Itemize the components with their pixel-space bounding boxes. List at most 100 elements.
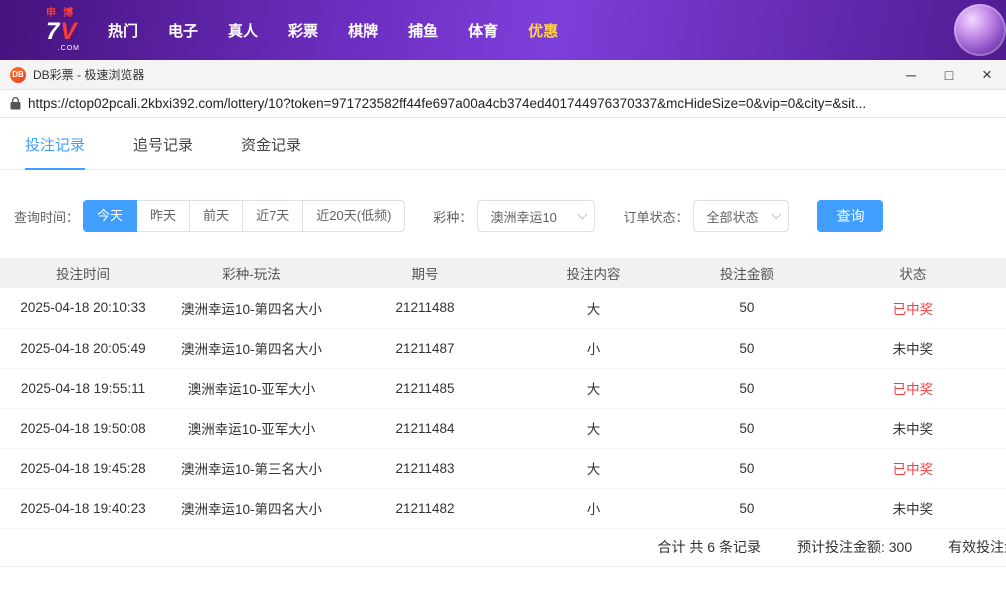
cell-status: 已中奖 (820, 368, 1006, 408)
chevron-down-icon (578, 209, 588, 219)
nav-item-fishing[interactable]: 捕鱼 (408, 20, 438, 41)
order-status-value: 全部状态 (706, 207, 758, 226)
cell-amount: 50 (674, 368, 820, 408)
column-header: 状态 (820, 258, 1006, 288)
logo-brand-main: 7V (46, 20, 80, 44)
browser-app-icon: DB (10, 67, 26, 83)
chevron-down-icon (772, 209, 782, 219)
search-button[interactable]: 查询 (817, 200, 883, 232)
lottery-filter-label: 彩种： (433, 207, 472, 226)
table-row: 2025-04-18 20:10:33澳洲幸运10-第四名大小21211488大… (0, 288, 1006, 328)
main-nav: 热门 电子 真人 彩票 棋牌 捕鱼 体育 优惠 (108, 20, 558, 41)
tab-bet-records[interactable]: 投注记录 (25, 134, 85, 170)
user-avatar[interactable] (954, 4, 1006, 56)
nav-item-sports[interactable]: 体育 (468, 20, 498, 41)
nav-item-hot[interactable]: 热门 (108, 20, 138, 41)
time-option-button[interactable]: 近7天 (242, 200, 303, 232)
cell-time: 2025-04-18 20:05:49 (0, 328, 166, 368)
nav-item-live[interactable]: 真人 (228, 20, 258, 41)
table-row: 2025-04-18 19:45:28澳洲幸运10-第三名大小21211483大… (0, 448, 1006, 488)
cell-amount: 50 (674, 408, 820, 448)
cell-issue: 21211482 (337, 488, 513, 528)
cell-amount: 50 (674, 328, 820, 368)
filter-bar: 查询时间： 今天昨天前天近7天近20天(低频) 彩种： 澳洲幸运10 订单状态：… (0, 170, 1006, 232)
minimize-button[interactable]: ─ (892, 60, 930, 89)
table-row: 2025-04-18 19:40:23澳洲幸运10-第四名大小21211482小… (0, 488, 1006, 528)
browser-titlebar: DB DB彩票 - 极速浏览器 ─ □ × (0, 60, 1006, 90)
cell-status: 未中奖 (820, 408, 1006, 448)
window-title: DB彩票 - 极速浏览器 (33, 66, 144, 83)
cell-content: 大 (513, 368, 674, 408)
tab-chase-records[interactable]: 追号记录 (133, 134, 193, 169)
site-topbar: 申博 7V .COM 热门 电子 真人 彩票 棋牌 捕鱼 体育 优惠 (0, 0, 1006, 60)
expected-amount-text: 预计投注金额: 300 (797, 537, 912, 557)
valid-amount-text: 有效投注金额: (948, 537, 1006, 557)
summary-bar: 合计 共 6 条记录 预计投注金额: 300 有效投注金额: (0, 529, 1006, 567)
cell-time: 2025-04-18 20:10:33 (0, 288, 166, 328)
table-row: 2025-04-18 20:05:49澳洲幸运10-第四名大小21211487小… (0, 328, 1006, 368)
cell-issue: 21211488 (337, 288, 513, 328)
time-filter-label: 查询时间： (14, 207, 79, 226)
time-option-button[interactable]: 今天 (83, 200, 137, 232)
cell-game: 澳洲幸运10-亚军大小 (166, 408, 337, 448)
cell-content: 大 (513, 448, 674, 488)
url-input[interactable]: https://ctop02pcali.2kbxi392.com/lottery… (28, 96, 996, 111)
cell-game: 澳洲幸运10-第四名大小 (166, 328, 337, 368)
cell-status: 未中奖 (820, 328, 1006, 368)
order-status-label: 订单状态： (623, 207, 688, 226)
cell-game: 澳洲幸运10-第四名大小 (166, 488, 337, 528)
order-status-select[interactable]: 全部状态 (693, 200, 789, 232)
address-bar: https://ctop02pcali.2kbxi392.com/lottery… (0, 90, 1006, 118)
nav-item-slots[interactable]: 电子 (168, 20, 198, 41)
time-option-button[interactable]: 近20天(低频) (302, 200, 405, 232)
time-filter-group: 今天昨天前天近7天近20天(低频) (83, 200, 405, 232)
cell-time: 2025-04-18 19:50:08 (0, 408, 166, 448)
column-header: 投注内容 (513, 258, 674, 288)
cell-issue: 21211484 (337, 408, 513, 448)
column-header: 投注时间 (0, 258, 166, 288)
bet-records-table: 投注时间彩种-玩法期号投注内容投注金额状态 2025-04-18 20:10:3… (0, 258, 1006, 529)
maximize-button[interactable]: □ (930, 60, 968, 89)
cell-status: 未中奖 (820, 488, 1006, 528)
close-button[interactable]: × (968, 60, 1006, 89)
table-row: 2025-04-18 19:55:11澳洲幸运10-亚军大小21211485大5… (0, 368, 1006, 408)
cell-game: 澳洲幸运10-第三名大小 (166, 448, 337, 488)
window-controls: ─ □ × (892, 60, 1006, 89)
total-records-text: 合计 共 6 条记录 (658, 537, 761, 557)
lottery-select-value: 澳洲幸运10 (490, 207, 556, 226)
nav-item-promo[interactable]: 优惠 (528, 20, 558, 41)
lottery-select[interactable]: 澳洲幸运10 (477, 200, 595, 232)
cell-amount: 50 (674, 288, 820, 328)
cell-game: 澳洲幸运10-亚军大小 (166, 368, 337, 408)
nav-item-lottery[interactable]: 彩票 (288, 20, 318, 41)
cell-issue: 21211483 (337, 448, 513, 488)
cell-time: 2025-04-18 19:40:23 (0, 488, 166, 528)
record-tabs: 投注记录 追号记录 资金记录 (0, 118, 1006, 170)
table-header-row: 投注时间彩种-玩法期号投注内容投注金额状态 (0, 258, 1006, 288)
lock-icon (10, 97, 21, 110)
site-logo[interactable]: 申博 7V .COM (46, 9, 80, 52)
lottery-records-page: 投注记录 追号记录 资金记录 查询时间： 今天昨天前天近7天近20天(低频) 彩种：… (0, 118, 1006, 567)
column-header: 期号 (337, 258, 513, 288)
table-row: 2025-04-18 19:50:08澳洲幸运10-亚军大小21211484大5… (0, 408, 1006, 448)
cell-amount: 50 (674, 488, 820, 528)
cell-status: 已中奖 (820, 288, 1006, 328)
cell-time: 2025-04-18 19:55:11 (0, 368, 166, 408)
logo-brand-sub: .COM (58, 45, 80, 52)
cell-content: 小 (513, 488, 674, 528)
tab-fund-records[interactable]: 资金记录 (241, 134, 301, 169)
cell-time: 2025-04-18 19:45:28 (0, 448, 166, 488)
column-header: 投注金额 (674, 258, 820, 288)
cell-issue: 21211487 (337, 328, 513, 368)
bet-table-body: 2025-04-18 20:10:33澳洲幸运10-第四名大小21211488大… (0, 288, 1006, 528)
time-option-button[interactable]: 前天 (189, 200, 243, 232)
cell-status: 已中奖 (820, 448, 1006, 488)
nav-item-chess[interactable]: 棋牌 (348, 20, 378, 41)
column-header: 彩种-玩法 (166, 258, 337, 288)
cell-content: 大 (513, 408, 674, 448)
cell-content: 小 (513, 328, 674, 368)
cell-game: 澳洲幸运10-第四名大小 (166, 288, 337, 328)
cell-issue: 21211485 (337, 368, 513, 408)
cell-amount: 50 (674, 448, 820, 488)
time-option-button[interactable]: 昨天 (136, 200, 190, 232)
